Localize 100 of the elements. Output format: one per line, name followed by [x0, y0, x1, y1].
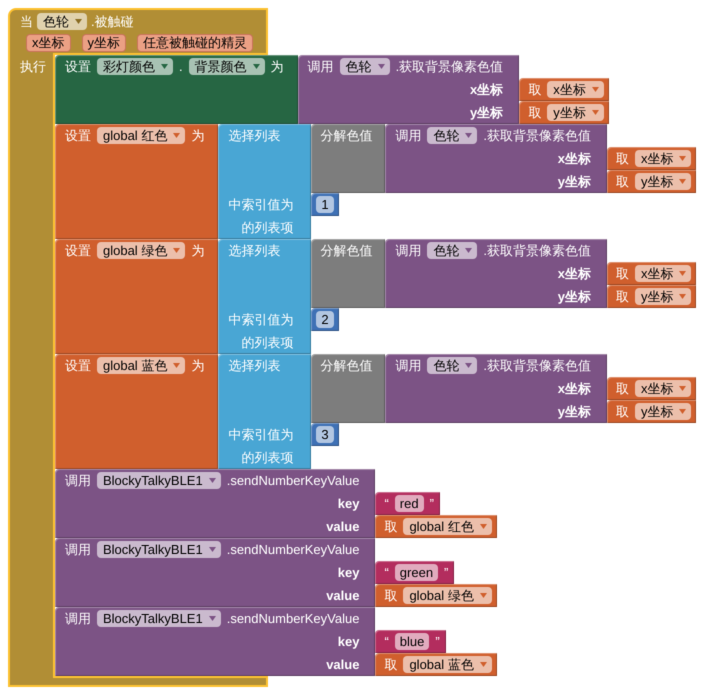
argument-label: y坐标: [558, 288, 591, 305]
split-color-block[interactable]: [311, 239, 386, 308]
method-call-block[interactable]: [55, 607, 376, 676]
number-block[interactable]: [311, 423, 339, 446]
dropdown-caret-icon: [480, 524, 487, 529]
block-label: 取: [616, 265, 629, 282]
number-block[interactable]: [311, 308, 339, 331]
variable-dropdown[interactable]: global 绿色: [403, 587, 492, 604]
component-dropdown[interactable]: 色轮: [427, 242, 478, 259]
get-variable-block[interactable]: [606, 262, 696, 285]
get-variable-block[interactable]: [606, 170, 696, 193]
dropdown-caret-icon: [480, 662, 487, 667]
dropdown-caret-icon: [75, 19, 82, 24]
dropdown-caret-icon: [480, 593, 487, 598]
text-field[interactable]: red: [394, 495, 424, 512]
block-label: 为: [191, 357, 204, 374]
variable-dropdown[interactable]: global 蓝色: [97, 357, 186, 374]
text-field[interactable]: green: [394, 564, 438, 581]
method-call-block[interactable]: [55, 538, 376, 607]
variable-dropdown[interactable]: global 红色: [403, 518, 492, 535]
dropdown-caret-icon: [173, 248, 180, 253]
argument-label: key: [338, 564, 360, 581]
get-variable-block[interactable]: [606, 400, 696, 423]
variable-dropdown[interactable]: global 红色: [97, 127, 186, 144]
dropdown-caret-icon: [378, 64, 385, 69]
block-label: 分解色值: [320, 127, 372, 144]
get-variable-block[interactable]: [375, 515, 497, 538]
component-dropdown[interactable]: 色轮: [37, 13, 87, 30]
method-call-block[interactable]: [298, 55, 520, 124]
get-variable-block[interactable]: [606, 285, 696, 308]
block-label: 的列表项: [241, 219, 294, 236]
dropdown-caret-icon: [173, 133, 180, 138]
block-label: 中索引值为: [228, 196, 294, 213]
block-label: .: [179, 58, 183, 75]
variable-dropdown[interactable]: x坐标: [634, 150, 692, 167]
split-color-block[interactable]: [311, 124, 386, 193]
method-call-block[interactable]: [385, 239, 607, 308]
method-name-label: .获取背景像素色值: [483, 127, 591, 144]
block-label: 取: [616, 150, 629, 167]
dropdown-caret-icon: [679, 386, 686, 391]
block-label: 中索引值为: [228, 311, 294, 328]
block-label: 取: [616, 173, 629, 190]
argument-label: value: [326, 518, 360, 535]
parameter-chip[interactable]: 任意被触碰的精灵: [137, 34, 253, 52]
set-property-block[interactable]: [55, 55, 298, 124]
parameter-chip[interactable]: x坐标: [26, 34, 70, 52]
argument-label: x坐标: [558, 150, 591, 167]
set-variable-block[interactable]: [55, 354, 218, 469]
variable-dropdown[interactable]: y坐标: [634, 173, 692, 190]
set-variable-block[interactable]: [55, 124, 218, 239]
number-field[interactable]: 2: [316, 311, 334, 328]
dropdown-caret-icon: [252, 64, 260, 69]
method-name-label: .获取背景像素色值: [483, 357, 591, 374]
block-label: 选择列表: [228, 127, 280, 144]
method-call-block[interactable]: [55, 469, 376, 538]
property-dropdown[interactable]: 背景颜色: [188, 58, 265, 75]
split-color-block[interactable]: [311, 354, 386, 423]
variable-dropdown[interactable]: x坐标: [547, 81, 604, 98]
text-block[interactable]: [375, 630, 446, 653]
variable-dropdown[interactable]: x坐标: [634, 380, 692, 397]
text-block[interactable]: [375, 492, 440, 515]
component-dropdown[interactable]: BlockyTalkyBLE1: [97, 610, 221, 627]
argument-label: y坐标: [558, 403, 591, 420]
block-label: 设置: [65, 242, 91, 259]
get-variable-block[interactable]: [606, 147, 696, 170]
get-variable-block[interactable]: [519, 101, 609, 124]
text-field[interactable]: blue: [394, 633, 430, 650]
component-dropdown[interactable]: BlockyTalkyBLE1: [97, 472, 221, 489]
block-label: 选择列表: [228, 242, 280, 259]
method-call-block[interactable]: [385, 124, 607, 193]
dropdown-caret-icon: [465, 248, 472, 253]
variable-dropdown[interactable]: x坐标: [634, 265, 692, 282]
component-dropdown[interactable]: 色轮: [427, 357, 478, 374]
dropdown-caret-icon: [679, 156, 686, 161]
component-dropdown[interactable]: BlockyTalkyBLE1: [97, 541, 221, 558]
component-dropdown[interactable]: 色轮: [427, 127, 478, 144]
get-variable-block[interactable]: [606, 377, 696, 400]
number-block[interactable]: [311, 193, 339, 216]
parameter-chip[interactable]: y坐标: [82, 34, 126, 52]
text-block[interactable]: [375, 561, 454, 584]
variable-dropdown[interactable]: y坐标: [634, 403, 692, 420]
number-field[interactable]: 1: [316, 196, 334, 213]
variable-dropdown[interactable]: global 蓝色: [403, 656, 492, 673]
number-field[interactable]: 3: [316, 426, 334, 443]
variable-dropdown[interactable]: y坐标: [634, 288, 692, 305]
block-label: 设置: [65, 58, 91, 75]
quote-mark: ”: [435, 633, 440, 650]
method-name-label: .sendNumberKeyValue: [226, 541, 360, 558]
set-variable-block[interactable]: [55, 239, 218, 354]
event-name-label: .被触碰: [91, 13, 134, 30]
get-variable-block[interactable]: [375, 584, 497, 607]
variable-dropdown[interactable]: y坐标: [547, 104, 604, 121]
variable-dropdown[interactable]: global 绿色: [97, 242, 186, 259]
get-variable-block[interactable]: [375, 653, 497, 676]
event-block[interactable]: [8, 8, 696, 687]
component-dropdown[interactable]: 彩灯颜色: [97, 58, 173, 75]
block-label: 调用: [65, 541, 91, 558]
get-variable-block[interactable]: [519, 78, 609, 101]
method-call-block[interactable]: [385, 354, 607, 423]
component-dropdown[interactable]: 色轮: [340, 58, 390, 75]
